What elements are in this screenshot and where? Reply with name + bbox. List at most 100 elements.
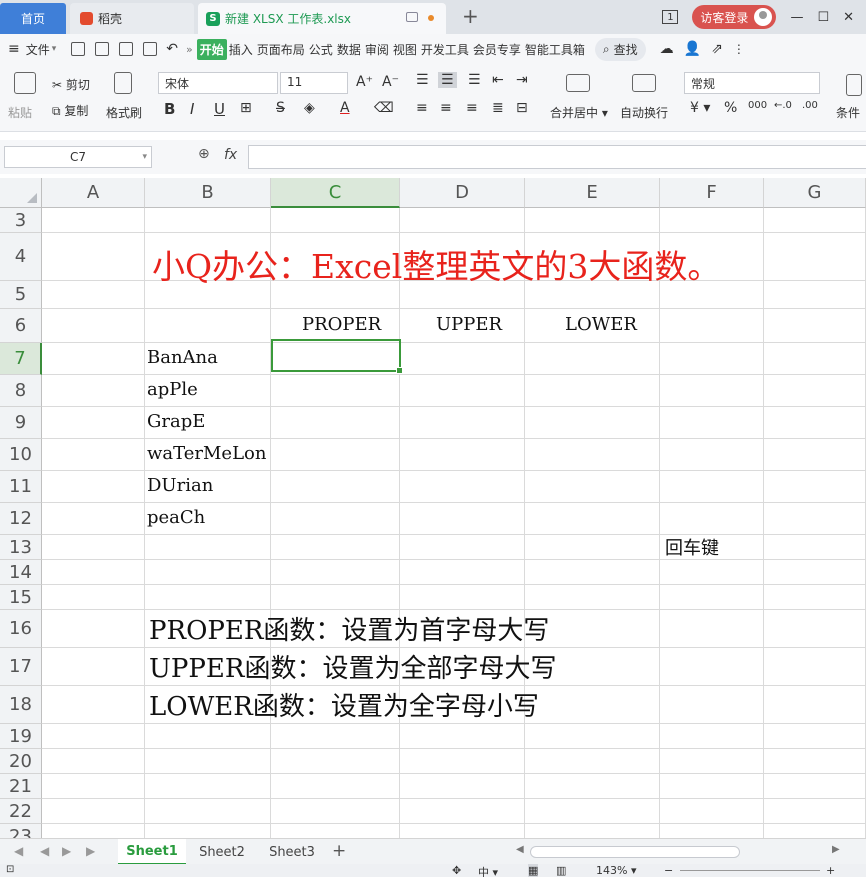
user-share-icon[interactable]: 👤: [684, 41, 701, 57]
thousands-icon[interactable]: 000: [748, 100, 767, 111]
tab-document[interactable]: S 新建 XLSX 工作表.xlsx: [198, 3, 446, 34]
login-button[interactable]: 访客登录: [692, 5, 777, 29]
cell-b8[interactable]: apPle: [147, 379, 198, 400]
cell-b10[interactable]: waTerMeLon: [147, 443, 266, 464]
menu-page-layout[interactable]: 页面布局: [255, 41, 307, 58]
column-header-c[interactable]: C: [271, 178, 400, 208]
tab-daoke[interactable]: 稻壳: [70, 3, 194, 34]
merge-button[interactable]: 合并居中 ▾: [550, 104, 608, 121]
justify-icon[interactable]: ≣: [492, 100, 504, 116]
export-icon[interactable]: [95, 42, 110, 56]
font-name-select[interactable]: 宋体: [158, 72, 278, 94]
align-left-icon[interactable]: ≡: [416, 100, 428, 116]
merge-icon[interactable]: [566, 74, 590, 92]
border-icon[interactable]: ⊞: [240, 100, 252, 116]
spreadsheet-grid[interactable]: ABCDEFG 3 4 5 6 7 8 9 10 11 12 13 14 15 16 17 18 19 20 21 2…: [0, 178, 866, 838]
preview-icon[interactable]: [143, 42, 158, 56]
sheet-tab-1[interactable]: Sheet1: [118, 839, 186, 865]
row-header-7[interactable]: 7: [0, 343, 42, 375]
scroll-next-icon[interactable]: ▶: [62, 844, 71, 858]
cell-f13[interactable]: 回车键: [665, 534, 719, 560]
hamburger-icon[interactable]: ≡: [8, 41, 20, 57]
row-header-5[interactable]: 5: [0, 281, 42, 309]
normal-view-icon[interactable]: ▦: [528, 864, 539, 877]
distribute-icon[interactable]: ⊟: [516, 100, 528, 116]
format-painter-icon[interactable]: [114, 72, 132, 94]
align-bottom-icon[interactable]: ☰: [468, 72, 481, 88]
decrease-decimal-icon[interactable]: .00: [802, 100, 818, 111]
chevron-down-icon[interactable]: ▾: [142, 147, 147, 167]
row-header-17[interactable]: 17: [0, 648, 42, 686]
conditional-format-button[interactable]: 条件: [836, 104, 860, 121]
protect-icon[interactable]: ✥: [452, 864, 461, 877]
row-header-14[interactable]: 14: [0, 560, 42, 585]
row-header-21[interactable]: 21: [0, 774, 42, 799]
undo-icon[interactable]: ↶: [166, 41, 178, 57]
more-icon[interactable]: »: [186, 43, 193, 56]
save-icon[interactable]: [71, 42, 86, 56]
row-header-15[interactable]: 15: [0, 585, 42, 610]
scroll-last-icon[interactable]: ▶: [86, 844, 95, 858]
row-header-4[interactable]: 4: [0, 233, 42, 281]
cell-d6-upper-header[interactable]: UPPER: [436, 314, 502, 335]
cut-button[interactable]: ✂ 剪切: [52, 76, 90, 93]
column-header-f[interactable]: F: [660, 178, 764, 208]
add-sheet-icon[interactable]: +: [332, 841, 346, 861]
chevron-down-icon[interactable]: ▾: [52, 44, 57, 54]
row-header-8[interactable]: 8: [0, 375, 42, 407]
scroll-prev-icon[interactable]: ◀: [40, 844, 49, 858]
title-cell[interactable]: 小Q办公：Excel整理英文的3大函数。: [152, 240, 720, 288]
name-box[interactable]: C7 ▾: [4, 146, 152, 168]
menu-smart-tools[interactable]: 智能工具箱: [523, 41, 587, 58]
active-cell-c7[interactable]: [271, 339, 403, 374]
sheet-tab-3[interactable]: Sheet3: [258, 839, 326, 865]
underline-button[interactable]: U: [214, 100, 225, 118]
copy-button[interactable]: ⧉ 复制: [52, 102, 88, 119]
maximize-icon[interactable]: ☐: [817, 10, 829, 25]
row-header-18[interactable]: 18: [0, 686, 42, 724]
row-header-9[interactable]: 9: [0, 407, 42, 439]
select-all-corner[interactable]: [0, 178, 42, 208]
paste-icon[interactable]: [14, 72, 36, 94]
align-top-icon[interactable]: ☰: [416, 72, 429, 88]
align-center-icon[interactable]: ≡: [440, 100, 452, 116]
format-painter-button[interactable]: 格式刷: [106, 104, 142, 121]
font-size-select[interactable]: 11: [280, 72, 348, 94]
formula-input[interactable]: [248, 145, 866, 169]
wrap-text-icon[interactable]: [632, 74, 656, 92]
more-menu-icon[interactable]: ⋮: [733, 42, 745, 56]
macro-icon[interactable]: ⊡: [6, 864, 14, 875]
fill-color-icon[interactable]: ◈: [304, 100, 315, 116]
menu-member[interactable]: 会员专享: [471, 41, 523, 58]
column-header-b[interactable]: B: [145, 178, 271, 208]
zoom-level[interactable]: 143% ▾: [596, 864, 636, 877]
page-view-icon[interactable]: ▥: [556, 864, 566, 877]
row-header-10[interactable]: 10: [0, 439, 42, 471]
bold-button[interactable]: B: [164, 100, 175, 118]
cell-b9[interactable]: GrapE: [147, 411, 205, 432]
page-count-badge[interactable]: 1: [662, 10, 679, 24]
increase-decimal-icon[interactable]: ←.0: [774, 100, 792, 111]
menu-data[interactable]: 数据: [335, 41, 363, 58]
clear-format-icon[interactable]: ⌫: [374, 100, 394, 116]
menu-formula[interactable]: 公式: [307, 41, 335, 58]
column-header-d[interactable]: D: [400, 178, 525, 208]
cell-b17[interactable]: UPPER函数：设置为全部字母大写: [149, 648, 556, 685]
cell-b11[interactable]: DUrian: [147, 475, 213, 496]
monitor-icon[interactable]: [406, 12, 418, 22]
cell-b7[interactable]: BanAna: [147, 347, 218, 368]
cell-c6-proper-header[interactable]: PROPER: [302, 314, 381, 335]
menu-start[interactable]: 开始: [196, 38, 227, 60]
input-method-icon[interactable]: 中 ▾: [478, 864, 498, 877]
cloud-icon[interactable]: ☁: [660, 41, 674, 57]
print-icon[interactable]: [119, 42, 134, 56]
column-header-g[interactable]: G: [764, 178, 866, 208]
menu-file[interactable]: 文件: [24, 41, 52, 58]
share-icon[interactable]: ⇗: [711, 41, 723, 57]
menu-developer[interactable]: 开发工具: [419, 41, 471, 58]
cell-b12[interactable]: peaCh: [147, 507, 205, 528]
row-header-6[interactable]: 6: [0, 309, 42, 343]
row-header-11[interactable]: 11: [0, 471, 42, 503]
zoom-in-icon[interactable]: +: [826, 864, 835, 877]
column-header-e[interactable]: E: [525, 178, 660, 208]
